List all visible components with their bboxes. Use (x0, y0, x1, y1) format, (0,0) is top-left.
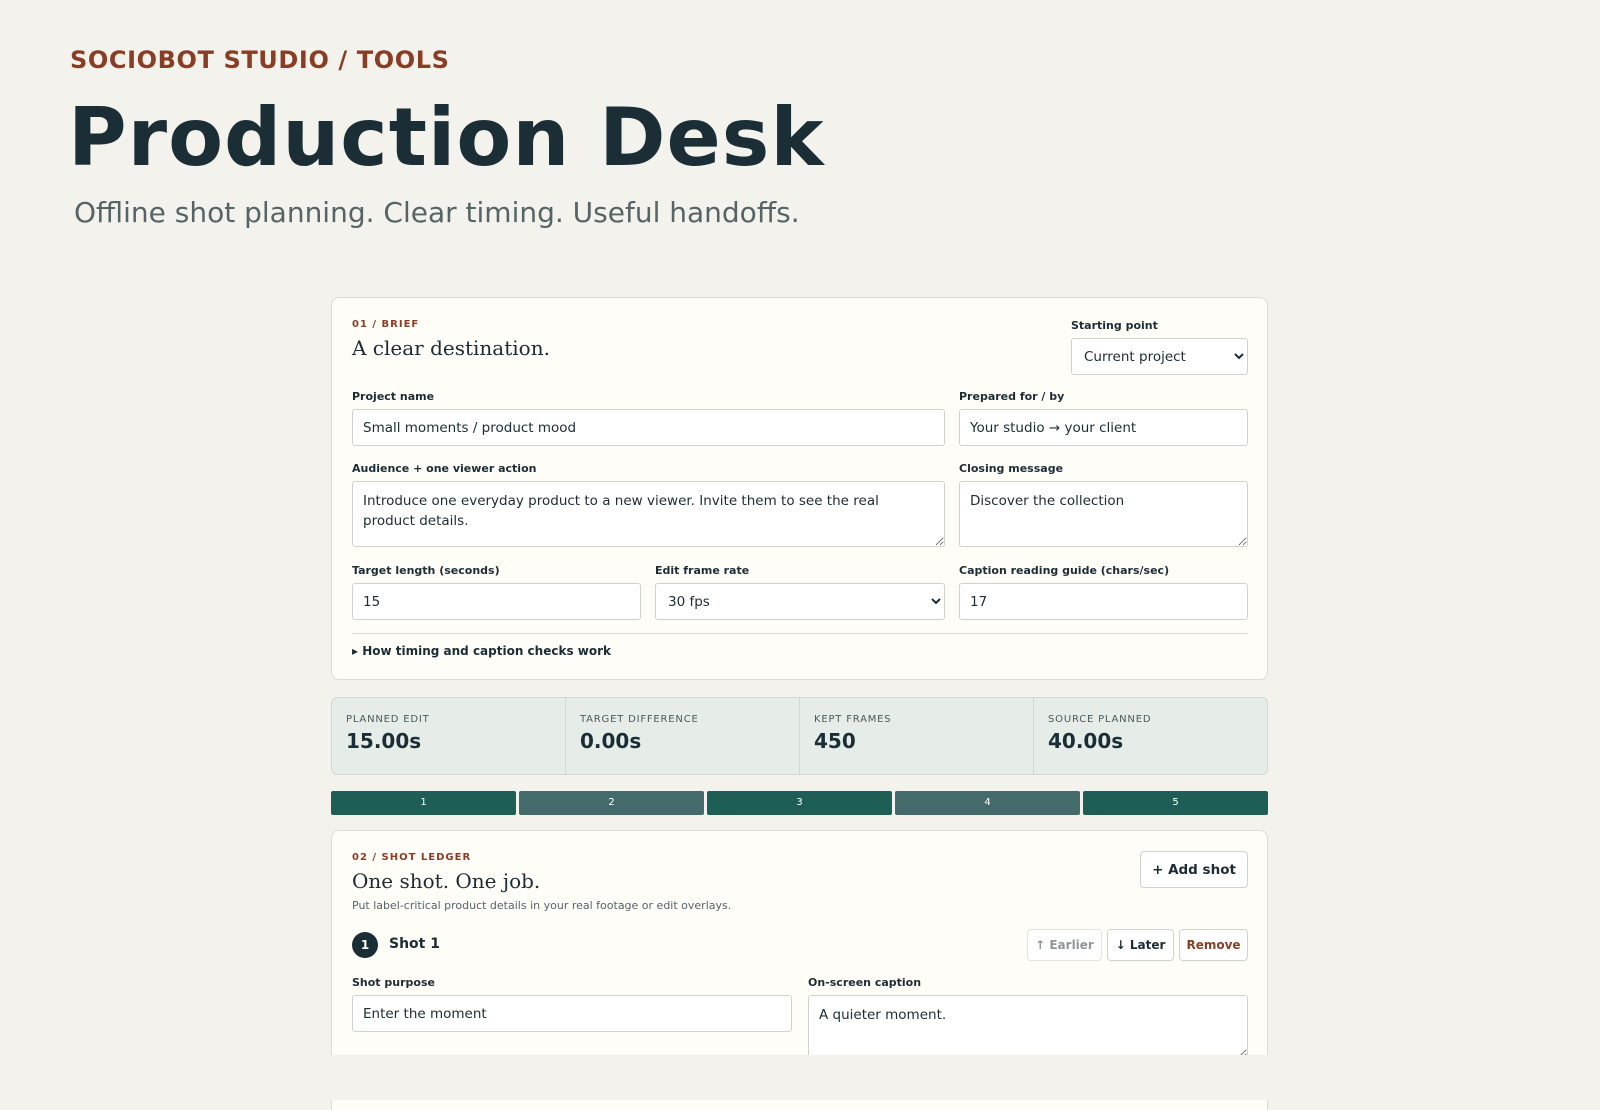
page-subtitle: Offline shot planning. Clear timing. Use… (74, 196, 800, 229)
prepared-input[interactable] (959, 409, 1248, 446)
timeline-segment-2[interactable]: 2 (519, 791, 704, 815)
stat-label: TARGET DIFFERENCE (580, 714, 699, 725)
stat-kept-frames: KEPT FRAMES 450 (800, 698, 1034, 774)
project-name-label: Project name (352, 390, 435, 403)
stat-value: 450 (814, 729, 856, 753)
audience-textarea[interactable]: Introduce one everyday product to a new … (352, 481, 945, 547)
stat-label: PLANNED EDIT (346, 714, 430, 725)
brief-divider (352, 633, 1248, 634)
target-length-label: Target length (seconds) (352, 564, 500, 577)
brief-heading: A clear destination. (352, 336, 550, 360)
breadcrumb: SOCIOBOT STUDIO / TOOLS (70, 46, 450, 74)
brief-card: 01 / BRIEF A clear destination. Starting… (331, 297, 1268, 680)
starting-point-label: Starting point (1071, 319, 1158, 332)
ledger-note: Put label-critical product details in yo… (352, 899, 732, 912)
stat-value: 0.00s (580, 729, 642, 753)
page-bottom-band (0, 1055, 1600, 1100)
shot-timeline: 1 2 3 4 5 (331, 791, 1268, 815)
shot-number-badge: 1 (352, 932, 378, 958)
brief-section-label: 01 / BRIEF (352, 319, 420, 330)
move-later-button[interactable]: ↓ Later (1107, 929, 1174, 961)
closing-textarea[interactable]: Discover the collection (959, 481, 1248, 547)
move-earlier-button[interactable]: ↑ Earlier (1027, 929, 1102, 961)
audience-label: Audience + one viewer action (352, 462, 537, 475)
shot-title: Shot 1 (389, 936, 440, 952)
shot-purpose-label: Shot purpose (352, 976, 435, 989)
frame-rate-select[interactable]: 30 fps (655, 583, 945, 620)
prepared-label: Prepared for / by (959, 390, 1065, 403)
timeline-segment-1[interactable]: 1 (331, 791, 516, 815)
timeline-segment-4[interactable]: 4 (895, 791, 1080, 815)
caption-label: On-screen caption (808, 976, 922, 989)
page-title: Production Desk (68, 91, 825, 184)
stat-label: SOURCE PLANNED (1048, 714, 1152, 725)
stat-planned-edit: PLANNED EDIT 15.00s (332, 698, 566, 774)
caption-guide-label: Caption reading guide (chars/sec) (959, 564, 1170, 577)
shot-purpose-input[interactable] (352, 995, 792, 1032)
add-shot-button[interactable]: + Add shot (1140, 851, 1248, 888)
stats-panel: PLANNED EDIT 15.00s TARGET DIFFERENCE 0.… (331, 697, 1268, 775)
closing-label: Closing message (959, 462, 1064, 475)
project-name-input[interactable] (352, 409, 945, 446)
remove-shot-button[interactable]: Remove (1179, 929, 1248, 961)
target-length-input[interactable] (352, 583, 641, 620)
frame-rate-label: Edit frame rate (655, 564, 750, 577)
caption-textarea[interactable]: A quieter moment. (808, 995, 1248, 1059)
starting-point-select[interactable]: Current project (1071, 338, 1248, 375)
stat-label: KEPT FRAMES (814, 714, 892, 725)
stat-target-difference: TARGET DIFFERENCE 0.00s (566, 698, 800, 774)
timeline-segment-5[interactable]: 5 (1083, 791, 1268, 815)
stat-value: 40.00s (1048, 729, 1124, 753)
stat-value: 15.00s (346, 729, 422, 753)
ledger-section-label: 02 / SHOT LEDGER (352, 852, 472, 863)
stat-source-planned: SOURCE PLANNED 40.00s (1034, 698, 1267, 774)
caption-guide-input[interactable] (959, 583, 1248, 620)
ledger-heading: One shot. One job. (352, 869, 541, 893)
timeline-segment-3[interactable]: 3 (707, 791, 892, 815)
timing-details-toggle[interactable]: ▸ How timing and caption checks work (352, 644, 611, 658)
